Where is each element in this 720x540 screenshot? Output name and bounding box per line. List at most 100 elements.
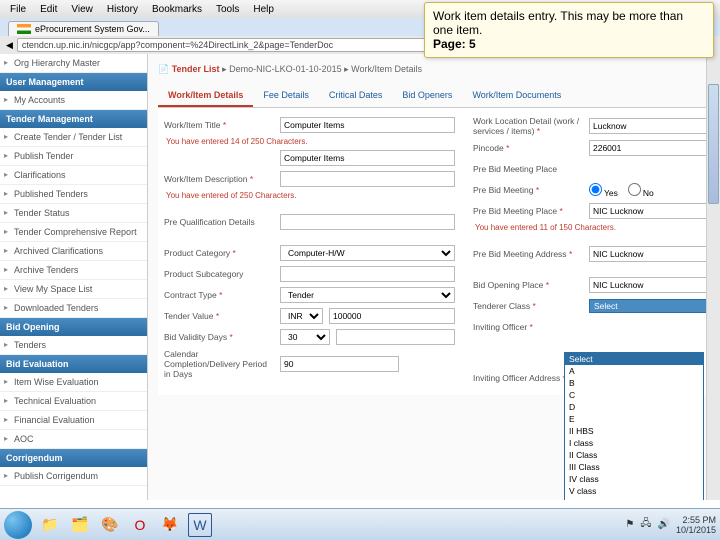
option[interactable]: B <box>565 377 703 389</box>
prebid-radio[interactable]: YesNo <box>589 183 654 198</box>
product-subcat-input[interactable] <box>280 266 455 282</box>
option[interactable]: Class I A & above <box>565 497 703 500</box>
currency-select[interactable]: INR <box>280 308 323 324</box>
pincode-input[interactable] <box>589 140 720 156</box>
form-right-column: Work Location Detail (work / services / … <box>473 116 720 387</box>
tab-critical-dates[interactable]: Critical Dates <box>319 85 393 107</box>
bid-opening-input[interactable] <box>589 277 720 293</box>
sidebar-header-bidopen: Bid Opening <box>0 318 147 336</box>
bid-validity-select[interactable]: 30 <box>280 329 330 345</box>
clock-date: 10/1/2015 <box>676 525 716 535</box>
sidebar-item[interactable]: Item Wise Evaluation <box>0 373 147 392</box>
main-panel: 📄 Tender List ▸ Demo-NIC-LKO-01-10-2015 … <box>148 54 720 500</box>
tenderer-class-select[interactable]: Select <box>589 299 720 313</box>
sidebar-header-corrigendum: Corrigendum <box>0 449 147 467</box>
browser-tab[interactable]: eProcurement System Gov... <box>8 21 159 36</box>
back-icon[interactable]: ◀ <box>6 40 13 51</box>
sidebar-item[interactable]: Financial Evaluation <box>0 411 147 430</box>
breadcrumb: 📄 Tender List ▸ Demo-NIC-LKO-01-10-2015 … <box>158 60 710 79</box>
product-category-select[interactable]: Computer-H/W <box>280 245 455 261</box>
menu-help[interactable]: Help <box>247 2 280 17</box>
option[interactable]: II HBS <box>565 425 703 437</box>
sidebar-item[interactable]: Tender Status <box>0 204 147 223</box>
option[interactable]: III Class <box>565 461 703 473</box>
prebid-address-input[interactable] <box>589 246 720 262</box>
start-button[interactable] <box>4 511 32 539</box>
location-input[interactable] <box>589 118 720 134</box>
sidebar-item[interactable]: Publish Corrigendum <box>0 467 147 486</box>
opera-icon[interactable]: O <box>128 513 152 537</box>
prebid-place-input[interactable] <box>589 203 720 219</box>
volume-icon[interactable]: 🔊 <box>658 519 670 530</box>
menu-file[interactable]: File <box>4 2 32 17</box>
sidebar-item[interactable]: Publish Tender <box>0 147 147 166</box>
desc-char-hint: You have entered of 250 Characters. <box>164 191 455 200</box>
sidebar-item[interactable]: Clarifications <box>0 166 147 185</box>
sidebar-item[interactable]: AOC <box>0 430 147 449</box>
work-title-input[interactable] <box>280 117 455 133</box>
word-icon[interactable]: W <box>188 513 212 537</box>
tender-value-input[interactable] <box>329 308 455 324</box>
option[interactable]: E <box>565 413 703 425</box>
sidebar-header-bideval: Bid Evaluation <box>0 355 147 373</box>
menu-bookmarks[interactable]: Bookmarks <box>146 2 208 17</box>
tenderer-class-dropdown[interactable]: Select A B C D E II HBS I class II Class… <box>564 352 704 500</box>
menu-view[interactable]: View <box>65 2 99 17</box>
work-desc-input[interactable] <box>280 171 455 187</box>
windows-taskbar[interactable]: 📁 🗂️ 🎨 O 🦊 W ⚑ 🖧 🔊 2:55 PM 10/1/2015 <box>0 508 720 540</box>
sidebar-header-user: User Management <box>0 73 147 91</box>
title-char-hint: You have entered 14 of 250 Characters. <box>164 137 455 146</box>
sidebar-item[interactable]: Create Tender / Tender List <box>0 128 147 147</box>
tab-fee[interactable]: Fee Details <box>253 85 319 107</box>
india-flag-icon <box>17 24 31 34</box>
prebid-yes[interactable] <box>589 183 602 196</box>
sidebar-item[interactable]: Published Tenders <box>0 185 147 204</box>
callout-text: Work item details entry. This may be mor… <box>433 9 705 37</box>
option[interactable]: Select <box>565 353 703 365</box>
sidebar: Org Hierarchy Master User Management My … <box>0 54 148 500</box>
tab-work-docs[interactable]: Work/Item Documents <box>462 85 571 107</box>
tab-work-item[interactable]: Work/Item Details <box>158 85 253 107</box>
delivery-days-input[interactable] <box>280 356 399 372</box>
folder-icon[interactable]: 🗂️ <box>68 513 92 537</box>
prebid-char-hint: You have entered 11 of 150 Characters. <box>473 223 720 232</box>
option[interactable]: I class <box>565 437 703 449</box>
prequal-input[interactable] <box>280 214 455 230</box>
sidebar-item[interactable]: Archive Tenders <box>0 261 147 280</box>
clock-time: 2:55 PM <box>676 515 716 525</box>
sidebar-item[interactable]: View My Space List <box>0 280 147 299</box>
prebid-no[interactable] <box>628 183 641 196</box>
system-tray[interactable]: ⚑ 🖧 🔊 2:55 PM 10/1/2015 <box>625 515 716 535</box>
option[interactable]: V class <box>565 485 703 497</box>
sidebar-item[interactable]: Org Hierarchy Master <box>0 54 147 73</box>
paint-icon[interactable]: 🎨 <box>98 513 122 537</box>
ci-input[interactable] <box>280 150 455 166</box>
menu-edit[interactable]: Edit <box>34 2 63 17</box>
sidebar-item[interactable]: Technical Evaluation <box>0 392 147 411</box>
tab-bid-openers[interactable]: Bid Openers <box>392 85 462 107</box>
vertical-scrollbar[interactable] <box>706 54 720 500</box>
sidebar-item[interactable]: Tender Comprehensive Report <box>0 223 147 242</box>
firefox-icon[interactable]: 🦊 <box>158 513 182 537</box>
option[interactable]: A <box>565 365 703 377</box>
explorer-icon[interactable]: 📁 <box>38 513 62 537</box>
sidebar-header-tender: Tender Management <box>0 110 147 128</box>
sidebar-item[interactable]: Archived Clarifications <box>0 242 147 261</box>
option[interactable]: C <box>565 389 703 401</box>
sidebar-item[interactable]: Tenders <box>0 336 147 355</box>
form-tabs: Work/Item Details Fee Details Critical D… <box>158 85 710 108</box>
menu-history[interactable]: History <box>101 2 144 17</box>
flag-icon[interactable]: ⚑ <box>625 519 634 530</box>
option[interactable]: II Class <box>565 449 703 461</box>
option[interactable]: IV class <box>565 473 703 485</box>
help-callout: Work item details entry. This may be mor… <box>424 2 714 58</box>
scrollbar-thumb[interactable] <box>708 84 719 204</box>
menu-tools[interactable]: Tools <box>210 2 245 17</box>
sidebar-item[interactable]: My Accounts <box>0 91 147 110</box>
sidebar-item[interactable]: Downloaded Tenders <box>0 299 147 318</box>
contract-type-select[interactable]: Tender <box>280 287 455 303</box>
option[interactable]: D <box>565 401 703 413</box>
form-left-column: Work/Item Title * You have entered 14 of… <box>164 116 455 387</box>
network-icon[interactable]: 🖧 <box>640 516 651 533</box>
bid-validity-input[interactable] <box>336 329 455 345</box>
